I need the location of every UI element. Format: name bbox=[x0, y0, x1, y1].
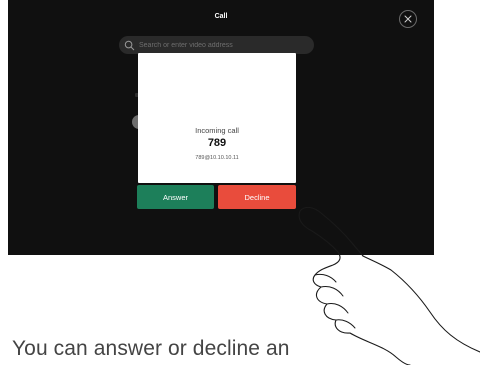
search-input[interactable] bbox=[139, 41, 309, 49]
page: Call Incoming call 789 789@10.10.10.11 A… bbox=[0, 0, 480, 365]
incoming-call-label: Incoming call bbox=[195, 126, 239, 135]
decline-button[interactable]: Decline bbox=[218, 185, 296, 209]
caption-text: You can answer or decline an bbox=[12, 337, 290, 360]
search-icon bbox=[124, 40, 135, 50]
caller-number: 789 bbox=[207, 137, 227, 149]
close-icon bbox=[404, 15, 412, 23]
incoming-call-dialog: Incoming call 789 789@10.10.10.11 bbox=[138, 53, 296, 183]
screen-title: Call bbox=[214, 13, 228, 20]
caller-address: 789@10.10.10.11 bbox=[195, 155, 239, 161]
answer-button[interactable]: Answer bbox=[137, 185, 214, 209]
search-bar[interactable] bbox=[119, 36, 314, 54]
close-button[interactable] bbox=[399, 10, 417, 28]
